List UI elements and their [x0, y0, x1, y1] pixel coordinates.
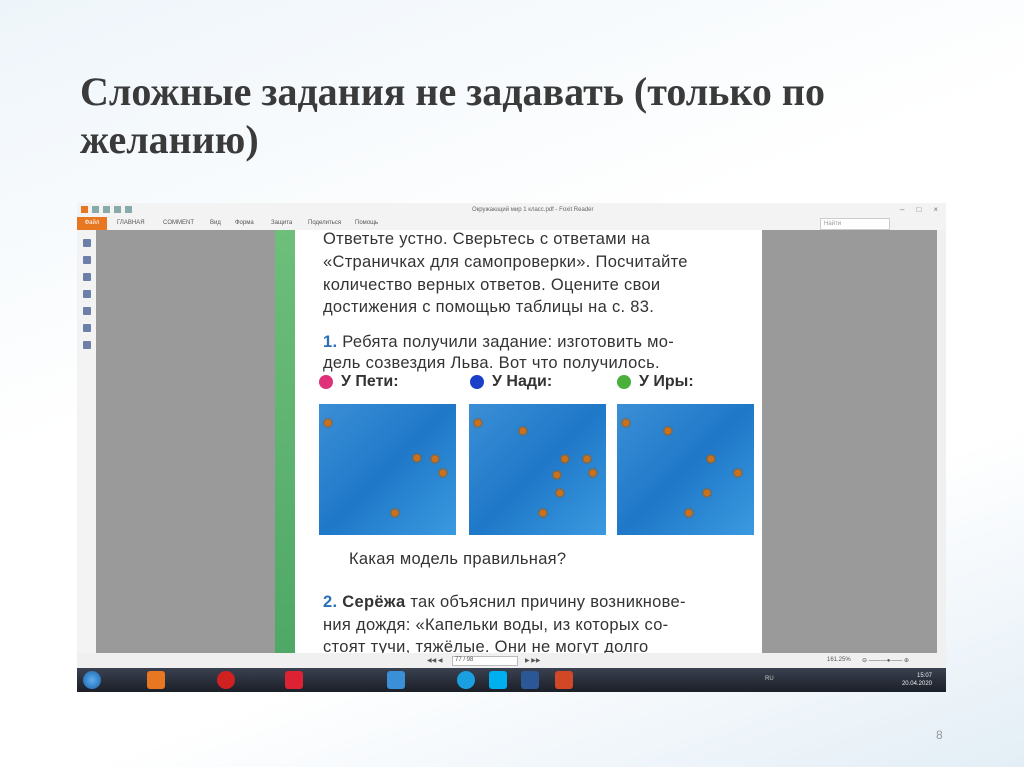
search-input[interactable]: Найти	[820, 218, 890, 230]
tab-form[interactable]: Форма	[235, 220, 254, 226]
tab-protect[interactable]: Защита	[271, 220, 292, 226]
taskbar: RU 15:07 20.04.2020	[77, 668, 946, 692]
vertical-scrollbar[interactable]	[937, 230, 946, 653]
zoom-slider[interactable]: ⊖ ———●—— ⊕	[862, 657, 909, 664]
tab-view[interactable]: Вид	[210, 220, 221, 226]
slide-title: Сложные задания не задавать (только по ж…	[80, 69, 825, 162]
foxit-taskbar-icon[interactable]	[147, 671, 165, 689]
page-margin-strip	[275, 230, 295, 653]
text-line: количество верных ответов. Оцените свои	[323, 276, 661, 294]
layers-icon[interactable]	[82, 273, 91, 281]
powerpoint-taskbar-icon[interactable]	[555, 671, 573, 689]
language-indicator[interactable]: RU	[765, 676, 774, 682]
clock-date: 20.04.2020	[901, 681, 932, 687]
text-line: достижения с помощью таблицы на с. 83.	[323, 298, 655, 316]
task-number: 2.	[323, 593, 338, 611]
tab-home[interactable]: ГЛАВНАЯ	[117, 220, 145, 226]
next-page-button[interactable]: ▶ ▶▶	[525, 657, 541, 664]
status-bar: ◀◀ ◀ 77 / 98 ▶ ▶▶ 161.25% ⊖ ———●—— ⊕	[77, 653, 946, 668]
lock-icon[interactable]	[82, 324, 91, 332]
comments-icon[interactable]	[82, 290, 91, 298]
model-label: У Пети:	[341, 373, 399, 390]
document-page: Ответьте устно. Сверьтесь с ответами на …	[295, 230, 762, 656]
first-page-button[interactable]: ◀◀ ◀	[427, 657, 443, 664]
bookmark-icon[interactable]	[82, 239, 91, 247]
pink-dot-icon	[319, 375, 333, 389]
text-line: «Страничках для самопроверки». Посчитайт…	[323, 253, 688, 271]
text-line: Ребята получили задание: изготовить мо-	[342, 333, 675, 351]
task-name: Серёжа	[342, 593, 406, 611]
slide-number: 8	[936, 728, 943, 742]
word-taskbar-icon[interactable]	[521, 671, 539, 689]
start-button[interactable]	[83, 671, 101, 689]
maximize-icon[interactable]: □	[916, 205, 921, 214]
tab-file[interactable]: Файл	[77, 217, 107, 230]
page-number-input[interactable]: 77 / 98	[452, 656, 518, 666]
ie-taskbar-icon[interactable]	[457, 671, 475, 689]
close-icon[interactable]: ×	[933, 205, 938, 214]
minimize-icon[interactable]: –	[900, 205, 904, 214]
model-label: У Иры:	[639, 373, 694, 390]
window-title: Окружающий мир 1 класс.pdf - Foxit Reade…	[472, 207, 594, 213]
clock[interactable]: 15:07 20.04.2020	[902, 672, 932, 688]
tab-share[interactable]: Поделиться	[308, 220, 341, 226]
pages-icon[interactable]	[82, 256, 91, 264]
constellation-model-image: ✹ ✹ ✹ ✹ ✹ ✹ ✹ ✹	[469, 404, 606, 535]
tab-help[interactable]: Помощь	[355, 220, 378, 226]
opera-taskbar-icon[interactable]	[217, 671, 235, 689]
task-number: 1.	[323, 333, 338, 351]
zoom-level[interactable]: 161.25%	[827, 657, 851, 663]
skype-taskbar-icon[interactable]	[489, 671, 507, 689]
ribbon-tabs: Файл ГЛАВНАЯ COMMENT Вид Форма Защита По…	[77, 217, 946, 230]
reader-screenshot: Окружающий мир 1 класс.pdf - Foxit Reade…	[77, 203, 946, 692]
yandex-taskbar-icon[interactable]	[285, 671, 303, 689]
media-taskbar-icon[interactable]	[387, 671, 405, 689]
question-text: Какая модель правильная?	[349, 550, 567, 568]
green-dot-icon	[617, 375, 631, 389]
blue-dot-icon	[470, 375, 484, 389]
attachment-icon[interactable]	[82, 307, 91, 315]
text-line: дель созвездия Льва. Вот что получилось.	[323, 354, 660, 372]
model-label: У Нади:	[492, 373, 553, 390]
signature-icon[interactable]	[82, 341, 91, 349]
text-line: так объяснил причину возникнове-	[410, 593, 686, 611]
quick-access-toolbar[interactable]	[81, 206, 132, 213]
text-line: ния дождя: «Капельки воды, из которых со…	[323, 616, 669, 634]
constellation-model-image: ✹ ✹ ✹ ✹ ✹	[319, 404, 456, 535]
text-line: Ответьте устно. Сверьтесь с ответами на	[323, 230, 651, 248]
title-bar: Окружающий мир 1 класс.pdf - Foxit Reade…	[77, 203, 946, 217]
clock-time: 15:07	[916, 673, 932, 679]
tab-comment[interactable]: COMMENT	[163, 220, 194, 226]
constellation-model-image: ✹ ✹ ✹ ✹ ✹ ✹	[617, 404, 754, 535]
left-toolbar	[77, 230, 96, 653]
